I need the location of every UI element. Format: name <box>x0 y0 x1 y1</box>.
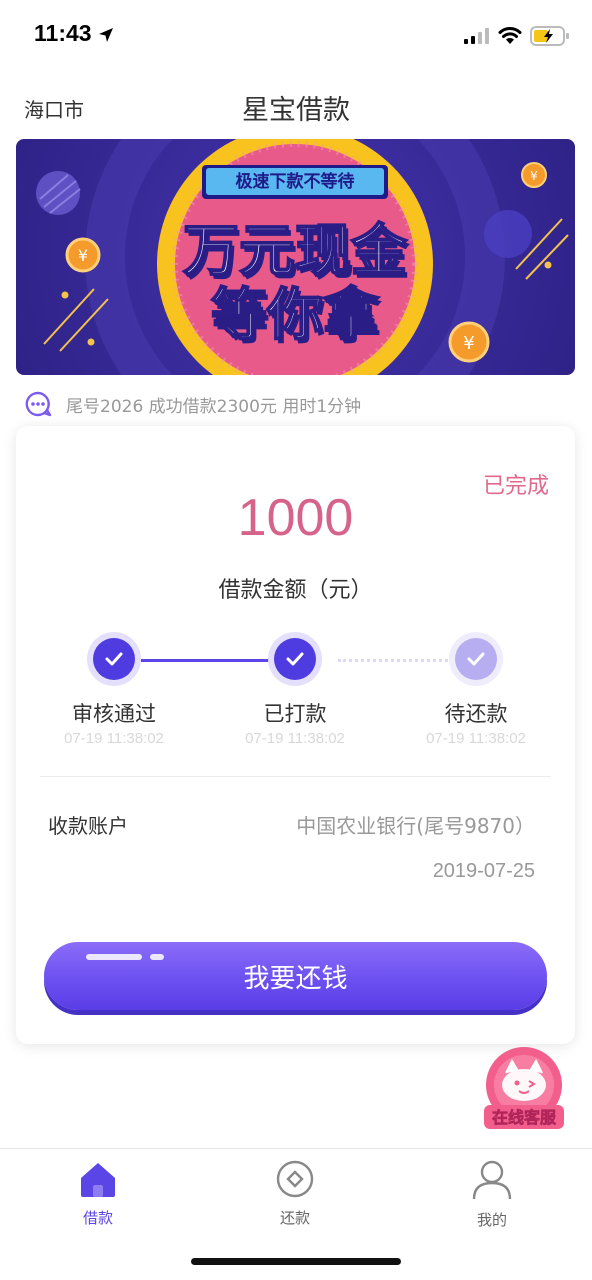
divider <box>40 776 551 777</box>
loan-status-card: 已完成 1000 借款金额（元） 审核通过 07-19 11:38:02 已打款… <box>16 426 575 1044</box>
svg-text:¥: ¥ <box>530 169 538 183</box>
check-icon <box>286 652 304 666</box>
receiving-account-label: 收款账户 <box>48 814 128 838</box>
svg-text:等你拿: 等你拿 <box>211 283 380 348</box>
tab-label: 我的 <box>476 1211 507 1229</box>
customer-service-icon: 在线客服 <box>484 1047 564 1129</box>
tab-label: 还款 <box>279 1209 310 1227</box>
location-arrow-icon <box>99 28 113 42</box>
button-gloss <box>86 954 142 960</box>
battery-charging-icon <box>530 26 569 46</box>
notice-text: 尾号2026 成功借款2300元 用时1分钟 <box>66 396 362 417</box>
step-circle <box>87 632 141 686</box>
user-icon <box>472 1160 512 1200</box>
check-icon <box>467 652 485 666</box>
check-icon <box>105 652 123 666</box>
status-bar: 11:43 <box>0 0 592 70</box>
tab-label: 借款 <box>82 1209 113 1227</box>
message-bubble-icon <box>25 391 52 417</box>
step-time: 07-19 11:38:02 <box>64 730 164 747</box>
customer-service-button[interactable]: 在线客服 <box>482 1047 566 1131</box>
step-circle <box>268 632 322 686</box>
promo-banner[interactable]: ¥ ¥ ¥ 极速下款不等待 万元现金 万元现金 等你拿 等你拿 <box>16 139 575 375</box>
tab-mine[interactable]: 我的 <box>432 1159 552 1230</box>
svg-text:万元现金: 万元现金 <box>183 219 408 284</box>
loan-notice: 尾号2026 成功借款2300元 用时1分钟 <box>24 389 361 419</box>
home-icon <box>81 1163 115 1197</box>
home-indicator <box>191 1258 401 1265</box>
svg-text:极速下款不等待: 极速下款不等待 <box>236 171 355 192</box>
repay-button[interactable]: 我要还钱 <box>44 942 547 1010</box>
tab-loan[interactable]: 借款 <box>38 1159 158 1228</box>
step-time: 07-19 11:38:02 <box>245 730 345 747</box>
button-gloss <box>150 954 164 960</box>
coin-icon: ¥ <box>65 237 101 273</box>
svg-text:¥: ¥ <box>78 246 88 265</box>
loan-progress-steps: 审核通过 07-19 11:38:02 已打款 07-19 11:38:02 待… <box>16 632 575 752</box>
step-label: 已打款 <box>263 702 327 726</box>
loan-amount-label: 借款金额（元） <box>218 578 373 603</box>
cellular-signal-icon <box>464 28 489 44</box>
step-circle <box>449 632 503 686</box>
tab-repay[interactable]: 还款 <box>235 1159 355 1228</box>
step-label: 审核通过 <box>72 702 156 726</box>
step-disbursed: 已打款 07-19 11:38:02 <box>205 632 385 747</box>
page-title: 星宝借款 <box>242 95 350 126</box>
step-time: 07-19 11:38:02 <box>426 730 526 747</box>
step-pending-repayment: 待还款 07-19 11:38:02 <box>386 632 566 747</box>
repay-button-label: 我要还钱 <box>243 963 348 994</box>
svg-text:在线客服: 在线客服 <box>492 1108 557 1127</box>
receiving-account-value: 中国农业银行(尾号9870） <box>296 814 535 838</box>
svg-text:¥: ¥ <box>463 333 474 354</box>
loan-amount: 1000 <box>237 489 354 547</box>
due-date: 2019-07-25 <box>432 860 535 882</box>
banner-illustration: ¥ ¥ ¥ 极速下款不等待 万元现金 万元现金 等你拿 等你拿 <box>36 139 569 375</box>
status-time: 11:43 <box>34 20 92 46</box>
step-approved: 审核通过 07-19 11:38:02 <box>24 632 204 747</box>
app-header: 海口市 星宝借款 <box>0 70 592 140</box>
wifi-icon <box>498 27 522 44</box>
step-label: 待还款 <box>444 702 508 726</box>
repay-icon <box>276 1160 314 1198</box>
